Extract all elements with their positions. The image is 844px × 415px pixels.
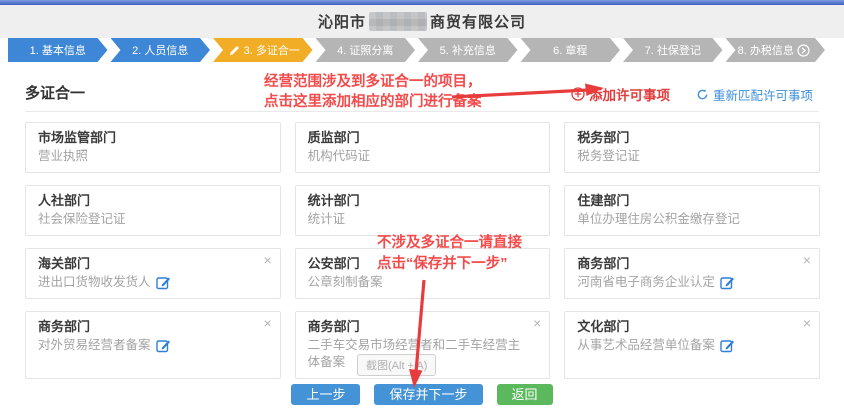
card-license-name: 进出口货物收发货人 bbox=[38, 274, 151, 291]
card-license-name: 对外贸易经营者备案 bbox=[38, 337, 151, 354]
wizard-step-label: 5. 补充信息 bbox=[440, 42, 496, 58]
license-card: 市场监管部门 营业执照 bbox=[25, 122, 281, 173]
wizard-step-label: 2. 人员信息 bbox=[132, 42, 188, 58]
page-title: 多证合一 bbox=[25, 78, 85, 103]
card-department: 质监部门 bbox=[308, 129, 528, 146]
rematch-license-label: 重新匹配许可事项 bbox=[713, 85, 813, 104]
card-license-name: 从事艺术品经营单位备案 bbox=[577, 337, 715, 354]
card-department: 税务部门 bbox=[577, 129, 797, 146]
wizard-step[interactable]: 3. 多证合一 bbox=[213, 38, 313, 62]
card-license-name: 统计证 bbox=[308, 211, 346, 228]
annotation-top-note: 经营范围涉及到多证合一的项目， 点击这里添加相应的部门进行备案 bbox=[264, 72, 482, 112]
save-next-button[interactable]: 保存并下一步 bbox=[374, 384, 482, 405]
card-license-name: 机构代码证 bbox=[308, 148, 371, 165]
edit-icon[interactable] bbox=[720, 275, 735, 290]
pencil-icon bbox=[229, 44, 241, 56]
step-bar: 1. 基本信息 2. 人员信息 3. 多证合一 4. 证照分离 bbox=[8, 38, 828, 62]
annotation-mid-line1: 不涉及多证合一请直接 bbox=[377, 233, 522, 254]
refresh-icon bbox=[696, 88, 709, 101]
redacted-company-name bbox=[369, 12, 427, 31]
edit-icon[interactable] bbox=[156, 275, 171, 290]
close-icon[interactable]: × bbox=[533, 316, 541, 330]
annotation-mid-note: 不涉及多证合一请直接 点击“保存并下一步” bbox=[377, 233, 522, 275]
card-department: 海关部门 bbox=[38, 255, 258, 272]
add-license-label: 添加许可事项 bbox=[589, 84, 670, 104]
license-card: × 文化部门 从事艺术品经营单位备案 bbox=[564, 311, 820, 379]
plus-circle-icon bbox=[571, 87, 585, 101]
card-department: 商务部门 bbox=[38, 318, 258, 335]
license-card: × 商务部门 河南省电子商务企业认定 bbox=[564, 248, 820, 299]
card-department: 住建部门 bbox=[577, 192, 797, 209]
rematch-license-link[interactable]: 重新匹配许可事项 bbox=[696, 85, 813, 104]
edit-icon[interactable] bbox=[720, 338, 735, 353]
wizard-step[interactable]: 4. 证照分离 bbox=[316, 38, 416, 62]
wizard-step[interactable]: 8. 办税信息 bbox=[726, 38, 826, 62]
card-license-name: 公章刻制备案 bbox=[308, 274, 383, 291]
annotation-mid-line2: 点击“保存并下一步” bbox=[377, 254, 522, 275]
card-department: 商务部门 bbox=[308, 318, 528, 335]
wizard-step-label: 7. 社保登记 bbox=[645, 42, 701, 58]
wizard-step[interactable]: 1. 基本信息 bbox=[8, 38, 108, 62]
card-department: 市场监管部门 bbox=[38, 129, 258, 146]
screenshot-tooltip: 截图(Alt + A) bbox=[357, 354, 436, 376]
card-license-name: 单位办理住房公积金缴存登记 bbox=[577, 211, 740, 228]
wizard-step[interactable]: 6. 章程 bbox=[521, 38, 621, 62]
license-card: 住建部门 单位办理住房公积金缴存登记 bbox=[564, 185, 820, 236]
company-title-suffix: 商贸有限公司 bbox=[430, 11, 526, 32]
add-license-link[interactable]: 添加许可事项 bbox=[571, 84, 670, 104]
license-card: × 海关部门 进出口货物收发货人 bbox=[25, 248, 281, 299]
card-license-name: 税务登记证 bbox=[577, 148, 640, 165]
prev-step-button[interactable]: 上一步 bbox=[291, 384, 360, 405]
wizard-step-label: 8. 办税信息 bbox=[738, 42, 794, 58]
close-icon[interactable]: × bbox=[263, 316, 271, 330]
card-department: 统计部门 bbox=[308, 192, 528, 209]
card-license-name: 社会保险登记证 bbox=[38, 211, 126, 228]
edit-icon[interactable] bbox=[156, 338, 171, 353]
wizard-step-label: 4. 证照分离 bbox=[337, 42, 393, 58]
company-title-prefix: 沁阳市 bbox=[318, 11, 366, 32]
card-department: 商务部门 bbox=[577, 255, 797, 272]
annotation-top-line1: 经营范围涉及到多证合一的项目， bbox=[264, 72, 482, 92]
wizard-step[interactable]: 2. 人员信息 bbox=[111, 38, 211, 62]
back-button[interactable]: 返回 bbox=[497, 384, 553, 405]
wizard-step[interactable]: 5. 补充信息 bbox=[418, 38, 518, 62]
close-icon[interactable]: × bbox=[803, 253, 811, 267]
wizard-step-label: 1. 基本信息 bbox=[30, 42, 86, 58]
license-card: 统计部门 统计证 bbox=[295, 185, 551, 236]
card-license-name: 营业执照 bbox=[38, 148, 88, 165]
card-license-name: 河南省电子商务企业认定 bbox=[577, 274, 715, 291]
license-card: 人社部门 社会保险登记证 bbox=[25, 185, 281, 236]
page-header: 沁阳市 商贸有限公司 bbox=[0, 5, 844, 38]
chevron-circle-icon bbox=[797, 44, 810, 57]
wizard-step-label: 6. 章程 bbox=[553, 42, 587, 58]
annotation-top-line2: 点击这里添加相应的部门进行备案 bbox=[264, 92, 482, 112]
license-card: 税务部门 税务登记证 bbox=[564, 122, 820, 173]
card-department: 文化部门 bbox=[577, 318, 797, 335]
license-card: × 商务部门 对外贸易经营者备案 bbox=[25, 311, 281, 379]
wizard-step[interactable]: 7. 社保登记 bbox=[623, 38, 723, 62]
card-department: 人社部门 bbox=[38, 192, 258, 209]
close-icon[interactable]: × bbox=[803, 316, 811, 330]
license-card: 质监部门 机构代码证 bbox=[295, 122, 551, 173]
close-icon[interactable]: × bbox=[263, 253, 271, 267]
wizard-step-label: 3. 多证合一 bbox=[244, 42, 300, 58]
bottom-button-row: 上一步 保存并下一步 返回 bbox=[0, 384, 844, 405]
